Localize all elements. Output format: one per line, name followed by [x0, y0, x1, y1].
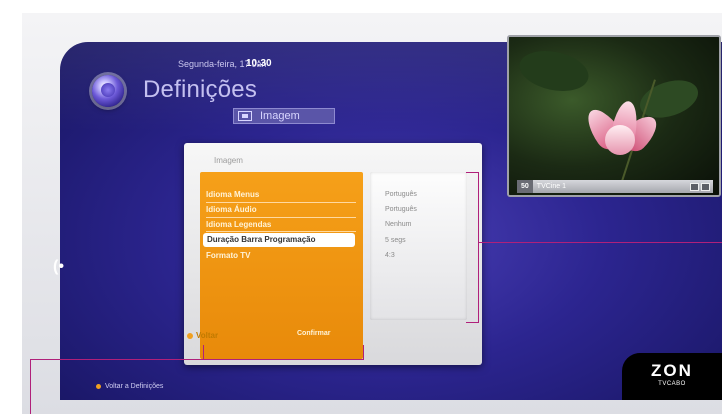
- callout-line: [363, 345, 364, 360]
- yellow-key-icon: [96, 384, 101, 389]
- back-button-label: Voltar: [196, 331, 219, 340]
- preview-petal: [605, 125, 635, 155]
- yellow-key-icon: [187, 332, 193, 339]
- picture-icon: [238, 111, 252, 121]
- menu-item-idioma-audio[interactable]: Idioma Áudio: [206, 205, 356, 216]
- menu-item-idioma-menus[interactable]: Idioma Menus: [206, 190, 356, 201]
- brand-logo: ZON TVCABO: [622, 353, 722, 400]
- page: Segunda-feira, 17 Jan 10:30 Definições I…: [0, 0, 722, 414]
- preview-controls: [690, 182, 710, 191]
- callout-line: [478, 172, 479, 323]
- panel-title: Imagem: [214, 156, 243, 165]
- header-time: 10:30: [246, 58, 272, 69]
- menu-divider: [206, 231, 356, 232]
- confirm-button[interactable]: Confirmar: [297, 330, 330, 337]
- definitions-orb-icon: [92, 75, 124, 107]
- menu-divider: [206, 217, 356, 218]
- brand-name: ZON: [651, 361, 693, 380]
- menu-divider: [206, 202, 356, 203]
- callout-line: [203, 345, 204, 360]
- tv-preview[interactable]: [507, 35, 721, 197]
- back-button[interactable]: Voltar: [187, 331, 218, 340]
- callout-line: [466, 172, 479, 173]
- section-badge-label: Imagem: [260, 110, 300, 122]
- channel-number: 50: [517, 180, 533, 193]
- channel-name: TVCine 1: [536, 183, 566, 190]
- menu-item-idioma-legendas[interactable]: Idioma Legendas: [206, 220, 356, 231]
- remote-signal-icon[interactable]: (•: [53, 258, 64, 276]
- callout-line: [478, 242, 722, 243]
- section-badge: Imagem: [233, 108, 335, 124]
- menu-item-formato-tv[interactable]: Formato TV: [206, 251, 356, 262]
- menu-item-duracao-barra-programacao[interactable]: Duração Barra Programação: [203, 233, 355, 247]
- page-title: Definições: [143, 76, 258, 103]
- callout-line: [30, 359, 364, 360]
- preview-channel-bar: 50 TVCine 1: [517, 180, 713, 193]
- callout-line: [30, 359, 31, 414]
- footer-hint[interactable]: Voltar a Definições: [96, 383, 163, 390]
- value-idioma-audio: Português: [385, 206, 417, 213]
- brand-sub: TVCABO: [658, 381, 686, 387]
- resize-icon[interactable]: [690, 182, 699, 191]
- value-duracao-barra: 5 segs: [385, 237, 406, 244]
- fullscreen-icon[interactable]: [701, 182, 710, 191]
- footer-back-text: Voltar a Definições: [105, 383, 164, 390]
- value-idioma-menus: Português: [385, 191, 417, 198]
- callout-line: [466, 322, 479, 323]
- value-formato-tv: 4:3: [385, 252, 395, 259]
- value-idioma-legendas: Nenhum: [385, 221, 412, 228]
